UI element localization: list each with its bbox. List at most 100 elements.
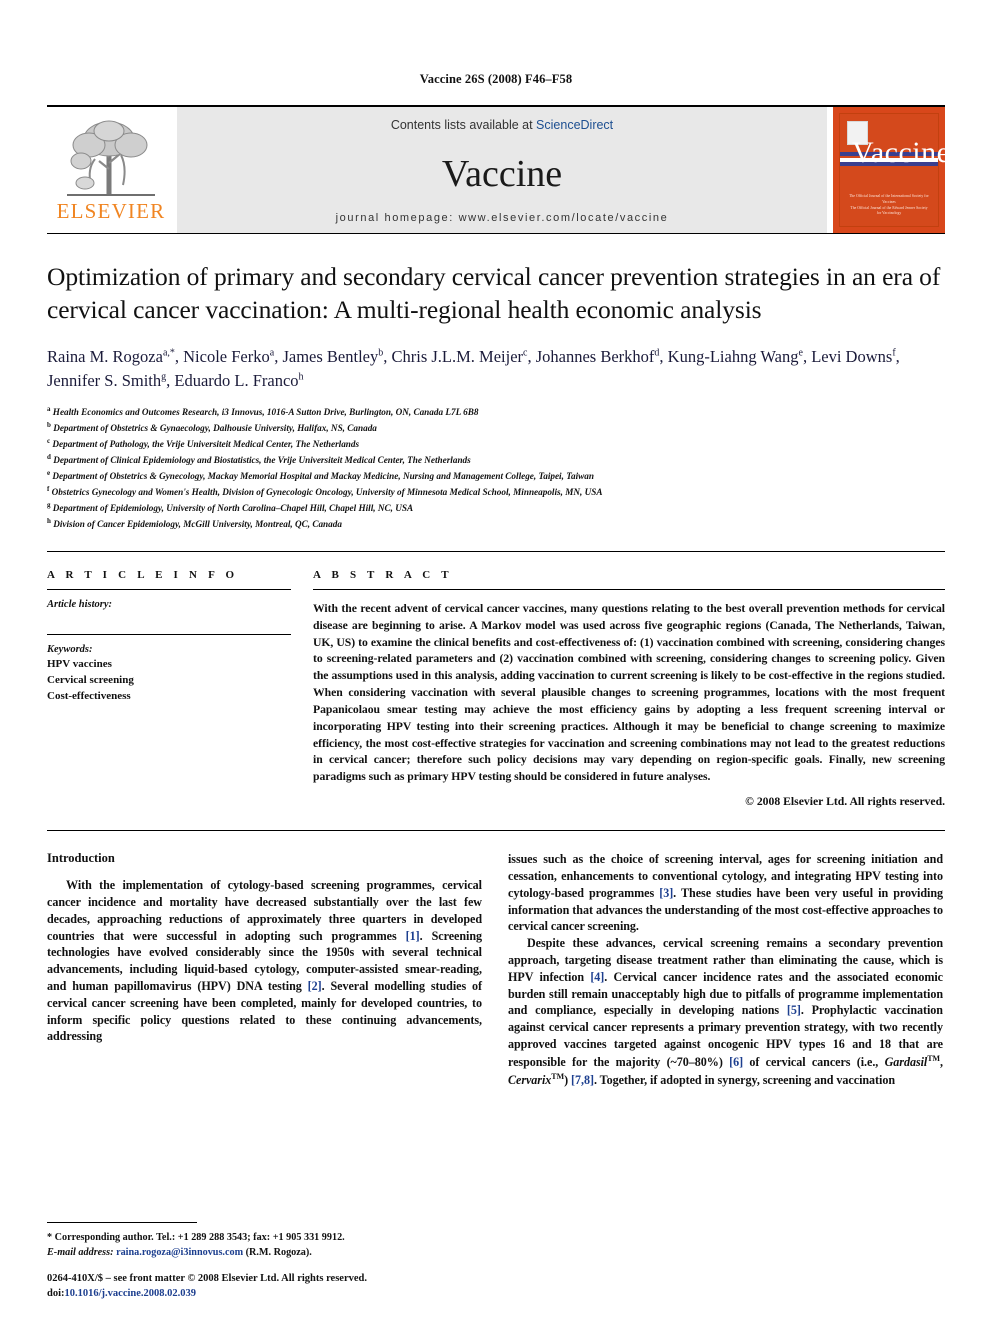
paragraph-left-1: With the implementation of cytology-base… [47,877,482,1045]
author-affiliation-marker: e [798,347,803,359]
author-affiliation-marker: b [378,347,384,359]
body-column-left: Introduction With the implementation of … [47,851,482,1088]
affiliation-list: a Health Economics and Outcomes Research… [47,404,945,532]
cover-footer-line: The Official Journal of the Internationa… [849,194,929,204]
affiliation-item: c Department of Pathology, the Vrije Uni… [47,437,360,450]
keyword-item: Cost-effectiveness [47,689,131,702]
corresponding-author-note: * Corresponding author. Tel.: +1 289 288… [47,1232,345,1244]
page-title: Optimization of primary and secondary ce… [47,262,941,325]
citation-ref-5[interactable]: [5] [787,1003,801,1017]
abstract-heading: A B S T R A C T [313,568,453,581]
article-info-rule-top [47,588,291,590]
text-segment: . Together, if adopted in synergy, scree… [593,1072,896,1087]
cover-footer-text: The Official Journal of the Internationa… [848,194,930,217]
email-label: E-mail address: [47,1247,114,1259]
brand-cervarix: Cervarix [508,1072,552,1087]
author-affiliation-marker: a,* [162,347,175,359]
running-head: Vaccine 26S (2008) F46–F58 [419,72,573,86]
elsevier-wordmark: ELSEVIER [56,199,166,223]
affiliation-item: f Obstetrics Gynecology and Women's Heal… [47,484,603,498]
article-page: Vaccine 26S (2008) F46–F58 ELSEVIER Cont… [0,0,992,1323]
body-columns: Introduction With the implementation of … [47,830,945,1088]
elsevier-logo: ELSEVIER [47,107,175,233]
journal-cover-thumbnail: Vaccine The Official Journal of the Inte… [833,107,945,233]
abstract-column: A B S T R A C T With the recent advent o… [313,569,945,808]
author-affiliation-marker: d [654,347,660,359]
issn-doi-block: 0264-410X/$ – see front matter © 2008 El… [47,1271,517,1301]
trademark-symbol: TM [551,1071,565,1081]
text-segment: , [940,1054,943,1069]
sciencedirect-link[interactable]: ScienceDirect [536,118,613,132]
author-name: Levi Downs [811,347,893,367]
author-name: Kung-Liahng Wang [667,347,799,367]
author-affiliation-marker: f [892,347,896,359]
affiliation-marker: g [47,500,51,509]
trademark-symbol: TM [927,1053,941,1063]
author-affiliation-marker: g [161,371,167,383]
affiliation-item: a Health Economics and Outcomes Research… [47,405,479,418]
cover-footer-line: The Official Journal of the Edward Jenne… [850,205,928,216]
affiliation-marker: e [47,469,51,477]
affiliation-marker: h [47,516,51,525]
issn-line: 0264-410X/$ – see front matter © 2008 El… [47,1272,367,1284]
contents-available-line: Contents lists available at ScienceDirec… [391,118,613,132]
article-history-entries [47,610,291,628]
affiliation-marker: d [47,453,51,462]
keyword-list: HPV vaccines Cervical screening Cost-effec… [47,657,291,705]
citation-ref-4[interactable]: [4] [590,970,604,984]
author-name: Raina M. Rogoza [47,347,163,367]
article-history-label: Article history: [47,598,113,610]
journal-masthead: ELSEVIER Contents lists available at Sci… [47,105,945,233]
journal-title: Vaccine [441,153,563,195]
email-attribution: (R.M. Rogoza). [245,1247,312,1259]
cover-wordmark: Vaccine [852,136,945,169]
affiliation-item: h Division of Cancer Epidemiology, McGil… [47,516,342,529]
affiliation-item: d Department of Clinical Epidemiology an… [47,453,471,466]
abstract-text: With the recent advent of cervical cance… [313,601,945,784]
citation-ref-3[interactable]: [3] [659,886,673,900]
author-affiliation-marker: c [523,347,528,359]
author-name: James Bentley [282,347,379,367]
keyword-item: HPV vaccines [47,657,112,670]
affiliation-marker: c [47,437,51,446]
author-name: Jennifer S. Smith [47,371,162,391]
affiliation-marker: f [47,484,50,493]
citation-ref-1[interactable]: [1] [406,929,420,943]
article-info-heading: A R T I C L E I N F O [47,568,239,581]
affiliation-item: g Department of Epidemiology, University… [47,500,414,513]
affiliation-marker: b [47,421,51,430]
cover-inner: Vaccine The Official Journal of the Inte… [839,113,945,227]
keywords-label: Keywords: [47,643,93,655]
footnote-rule [47,1222,197,1224]
author-name: Eduardo L. Franco [174,371,299,391]
citation-ref-2[interactable]: [2] [308,979,322,993]
paragraph-right-1: issues such as the choice of screening i… [508,851,943,935]
keyword-item: Cervical screening [47,673,134,686]
author-name: Nicole Ferko [183,347,270,367]
author-name: Johannes Berkhof [535,347,655,367]
abstract-copyright: © 2008 Elsevier Ltd. All rights reserved… [745,795,945,809]
email-link[interactable]: raina.rogoza@i3innovus.com [116,1247,243,1258]
doi-line: doi:10.1016/j.vaccine.2008.02.039 [47,1286,517,1301]
doi-label: doi: [47,1287,65,1299]
author-affiliation-marker: h [298,371,304,383]
article-info-rule-mid [47,633,291,635]
paragraph-right-2: Despite these advances, cervical screeni… [508,935,943,1088]
title-block: Optimization of primary and secondary ce… [47,234,945,532]
affiliation-item: e Department of Obstetrics & Gynecology,… [47,469,594,482]
section-heading-introduction: Introduction [47,851,115,866]
text-segment: of cervical cancers (i.e., [743,1054,885,1069]
journal-homepage-link[interactable]: journal homepage: www.elsevier.com/locat… [336,212,669,224]
author-list: Raina M. Rogozaa,*, Nicole Ferkoa, James… [47,347,900,391]
abstract-rule [313,588,945,590]
doi-link[interactable]: 10.1016/j.vaccine.2008.02.039 [65,1288,197,1299]
article-info-column: A R T I C L E I N F O Article history: K… [47,569,291,808]
citation-ref-6[interactable]: [6] [729,1055,743,1069]
brand-gardasil: Gardasil [884,1054,928,1069]
info-abstract-section: A R T I C L E I N F O Article history: K… [47,550,945,808]
affiliation-item: b Department of Obstetrics & Gynaecology… [47,421,377,434]
citation-ref-7-8[interactable]: [7,8] [571,1073,594,1087]
footnote-block: * Corresponding author. Tel.: +1 289 288… [47,1222,482,1261]
elsevier-tree-icon [59,113,163,203]
email-note: E-mail address: raina.rogoza@i3innovus.c… [47,1246,482,1261]
